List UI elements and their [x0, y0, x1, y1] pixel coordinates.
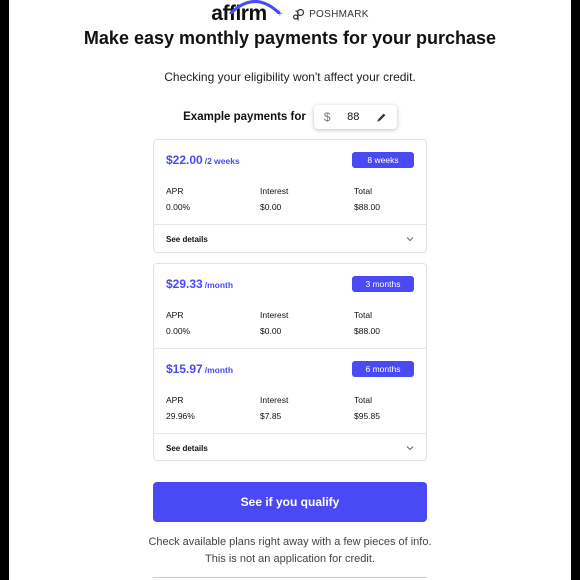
total-value: $88.00: [354, 202, 380, 212]
poshmark-logo: POSHMARK: [293, 8, 369, 21]
left-black-bar: [0, 0, 9, 580]
total-value: $88.00: [354, 326, 380, 336]
term-badge: 6 months: [352, 361, 414, 377]
plan-card-monthly: $29.33/month 3 months APR 0.00% Interest…: [153, 263, 427, 461]
amount-input[interactable]: $ 88: [314, 105, 397, 129]
apr-stat: APR 29.96%: [166, 395, 195, 421]
example-payments-label: Example payments for: [183, 111, 306, 123]
plan-period: /2 weeks: [204, 156, 240, 166]
total-value: $95.85: [354, 411, 380, 421]
interest-label: Interest: [260, 186, 289, 196]
affirm-logo: affirm: [211, 0, 281, 26]
plan-period: /month: [204, 280, 234, 290]
apr-stat: APR 0.00%: [166, 186, 190, 212]
example-payments-row: Example payments for $ 88: [9, 105, 571, 129]
term-badge: 8 weeks: [352, 152, 414, 168]
apr-value: 0.00%: [166, 326, 191, 336]
interest-stat: Interest $0.00: [260, 186, 288, 212]
footnote-line-1: Check available plans right away with a …: [148, 536, 432, 548]
chevron-down-icon: [406, 446, 414, 451]
interest-label: Interest: [260, 395, 289, 405]
credit-notice: Checking your eligibility won't affect y…: [164, 70, 416, 84]
page-title: Make easy monthly payments for your purc…: [83, 28, 497, 48]
plan-card-8-weeks: $22.00/2 weeks 8 weeks APR 0.00% Interes…: [153, 139, 427, 253]
see-details-toggle[interactable]: See details: [154, 434, 426, 462]
total-stat: Total $88.00: [354, 310, 380, 336]
plan-option[interactable]: $22.00/2 weeks 8 weeks APR 0.00% Interes…: [154, 140, 426, 224]
logo-header: affirm + POSHMARK: [9, 0, 571, 26]
total-stat: Total $95.85: [354, 395, 380, 421]
affirm-arc-icon: [229, 0, 281, 14]
total-label: Total: [354, 395, 372, 405]
bottom-divider: [153, 577, 427, 578]
apr-value: 29.96%: [166, 411, 195, 421]
chevron-down-icon: [406, 237, 414, 242]
see-if-you-qualify-button[interactable]: See if you qualify: [153, 482, 427, 522]
total-stat: Total $88.00: [354, 186, 380, 212]
term-badge: 3 months: [352, 276, 414, 292]
plan-payment-amount: $29.33/month: [166, 277, 233, 291]
interest-value: $0.00: [260, 326, 282, 336]
apr-stat: APR 0.00%: [166, 310, 190, 336]
interest-value: $7.85: [260, 411, 282, 421]
apr-label: APR: [166, 310, 184, 320]
poshmark-icon: [293, 8, 305, 21]
see-details-toggle[interactable]: See details: [154, 225, 426, 253]
apr-label: APR: [166, 395, 184, 405]
apr-label: APR: [166, 186, 184, 196]
apr-value: 0.00%: [166, 202, 191, 212]
currency-symbol: $: [323, 110, 331, 124]
plan-payment-amount: $15.97/month: [166, 362, 233, 376]
interest-label: Interest: [260, 310, 289, 320]
plan-option[interactable]: $15.97/month 6 months APR 29.96% Interes…: [154, 349, 426, 433]
total-label: Total: [354, 310, 372, 320]
footnote-line-2: This is not an application for credit.: [205, 553, 375, 565]
plan-payment-amount: $22.00/2 weeks: [166, 153, 240, 167]
plan-option[interactable]: $29.33/month 3 months APR 0.00% Interest…: [154, 264, 426, 348]
amount-value[interactable]: 88: [347, 111, 359, 123]
total-label: Total: [354, 186, 372, 196]
interest-stat: Interest $7.85: [260, 395, 288, 421]
plan-price: $15.97: [166, 362, 203, 376]
footnote: Check available plans right away with a …: [9, 534, 571, 568]
see-details-label: See details: [166, 234, 208, 244]
prequal-panel: affirm + POSHMARK Make easy monthly paym…: [9, 0, 571, 580]
pencil-icon[interactable]: [376, 112, 387, 123]
right-black-bar: [571, 0, 580, 580]
plan-period: /month: [204, 365, 234, 375]
plan-price: $22.00: [166, 153, 203, 167]
interest-value: $0.00: [260, 202, 282, 212]
plan-price: $29.33: [166, 277, 203, 291]
see-details-label: See details: [166, 443, 208, 453]
interest-stat: Interest $0.00: [260, 310, 288, 336]
poshmark-logo-text: POSHMARK: [309, 8, 369, 20]
